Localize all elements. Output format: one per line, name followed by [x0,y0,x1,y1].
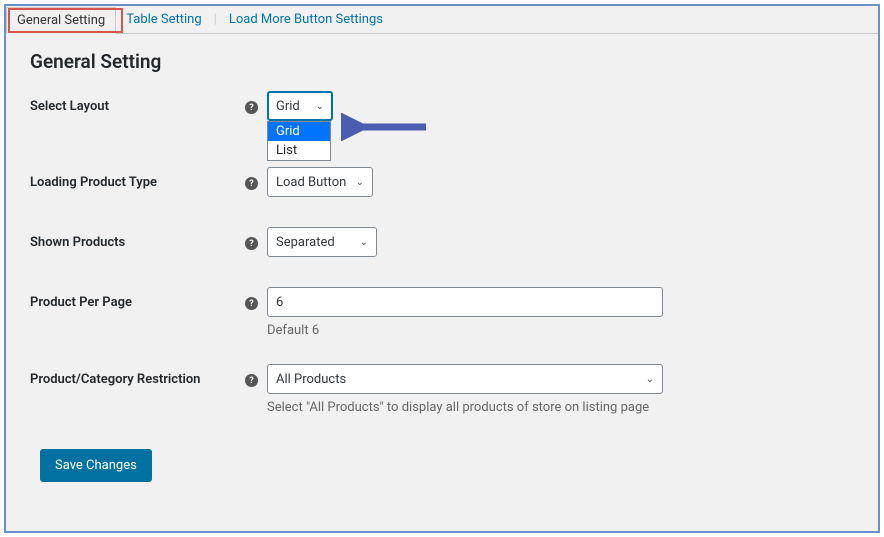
tab-table-setting[interactable]: Table Setting [116,7,211,32]
section-title: General Setting [30,50,854,73]
chevron-down-icon: ⌄ [360,237,368,248]
help-icon[interactable]: ? [245,237,258,250]
help-icon[interactable]: ? [245,101,258,114]
select-loading-product-type-dropdown[interactable]: Load Button ⌄ [267,167,373,197]
select-shown-products-dropdown[interactable]: Separated ⌄ [267,227,377,257]
label-loading-product-type: Loading Product Type [30,167,245,190]
chevron-down-icon: ⌄ [646,374,654,385]
option-grid[interactable]: Grid [268,122,330,141]
select-layout-value: Grid [276,99,300,114]
select-restriction-value: All Products [276,372,346,387]
select-shown-value: Separated [276,235,335,250]
chevron-down-icon: ⌄ [316,101,324,112]
tab-general-setting[interactable]: General Setting [6,7,116,34]
option-list[interactable]: List [268,141,330,160]
tab-separator: | [212,12,219,27]
row-select-layout: Select Layout ? Grid ⌄ Grid List [30,91,854,125]
select-layout-options-list: Grid List [267,121,331,161]
row-shown-products: Shown Products ? Separated ⌄ [30,227,854,261]
tabs-bar: General Setting Table Setting | Load Mor… [6,6,878,34]
help-icon[interactable]: ? [245,297,258,310]
chevron-down-icon: ⌄ [356,177,364,188]
input-product-per-page[interactable] [267,287,663,317]
label-shown-products: Shown Products [30,227,245,250]
settings-panel: General Setting Table Setting | Load Mor… [4,4,880,533]
tab-load-more-button-settings[interactable]: Load More Button Settings [219,7,393,32]
label-select-layout: Select Layout [30,91,245,114]
row-product-category-restriction: Product/Category Restriction ? All Produ… [30,364,854,415]
select-loading-value: Load Button [276,175,346,190]
select-restriction-dropdown[interactable]: All Products ⌄ [267,364,663,394]
label-product-category-restriction: Product/Category Restriction [30,364,245,387]
help-icon[interactable]: ? [245,177,258,190]
label-product-per-page: Product Per Page [30,287,245,310]
description-product-per-page: Default 6 [267,323,663,338]
row-loading-product-type: Loading Product Type ? Load Button ⌄ [30,167,854,201]
description-restriction: Select "All Products" to display all pro… [267,400,663,415]
help-icon[interactable]: ? [245,374,258,387]
save-changes-button[interactable]: Save Changes [40,449,152,482]
select-layout-dropdown[interactable]: Grid ⌄ [267,91,333,121]
content-area: General Setting Select Layout ? Grid ⌄ G… [6,34,878,498]
row-product-per-page: Product Per Page ? Default 6 [30,287,854,338]
